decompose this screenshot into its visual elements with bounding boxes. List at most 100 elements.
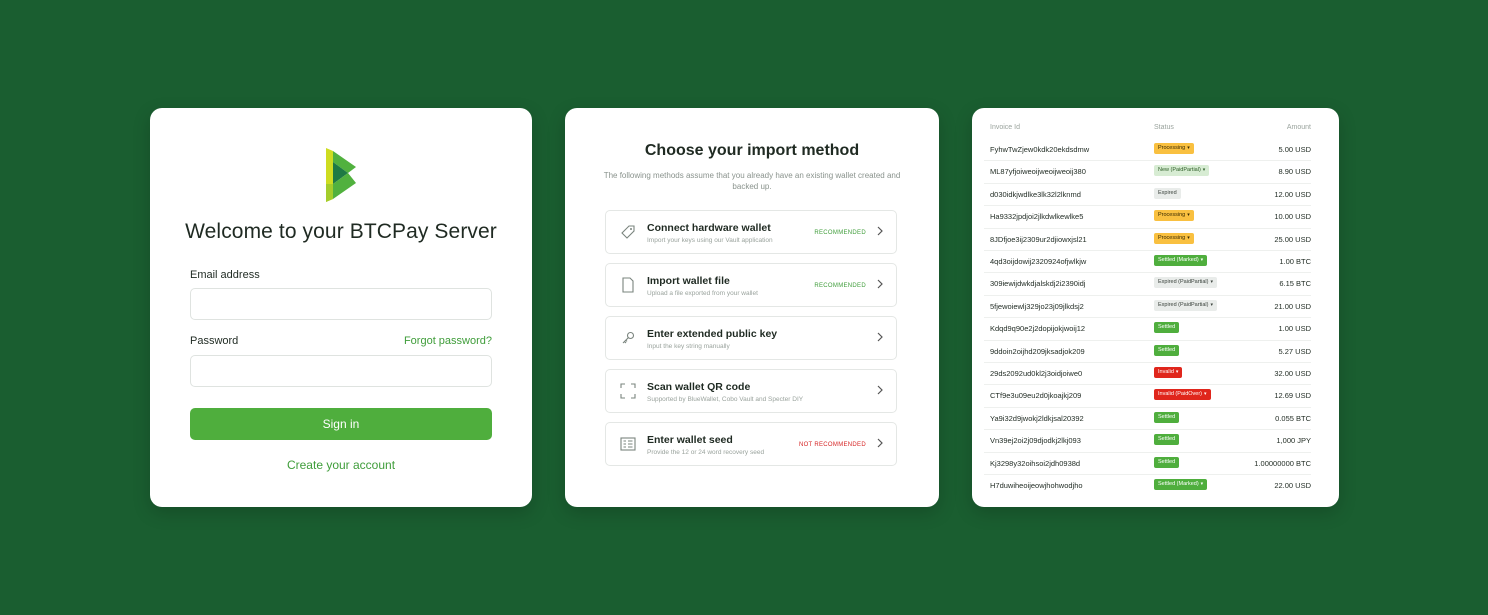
table-row[interactable]: d030idkjwdlke3lk32l2lknmd Expired 12.00 US… <box>984 183 1311 207</box>
recommended-badge: RECOMMENDED <box>814 283 866 289</box>
create-account-link[interactable]: Create your account <box>150 458 532 472</box>
status-label: New (PaidPartial) <box>1158 167 1201 174</box>
chevron-down-icon: ▾ <box>1175 369 1179 375</box>
status-label: Settled <box>1158 458 1176 465</box>
table-row[interactable]: H7duwiheoijeowjhohwodjho Settled (Marked)… <box>984 474 1311 496</box>
option-title: Enter wallet seed <box>647 434 733 446</box>
chevron-down-icon: ▾ <box>1210 279 1213 286</box>
import-method-card: Choose your import method The following … <box>565 108 939 507</box>
qr-scan-icon <box>620 383 636 399</box>
option-title: Scan wallet QR code <box>647 381 751 393</box>
sign-in-button[interactable]: Sign in <box>190 408 492 440</box>
invoice-amount: 21.00 USD <box>1274 301 1311 311</box>
invoice-amount: 32.00 USD <box>1274 369 1311 378</box>
chevron-right-icon <box>877 332 883 342</box>
invoice-id[interactable]: ML87yfjoiweoijweoijweoij380 <box>990 167 1086 176</box>
invoice-id[interactable]: 8JDfjoe3ij2309ur2djiowxjsl21 <box>990 235 1087 244</box>
invoice-id[interactable]: Ha9332jpdjoi2jlkdwlkewlke5 <box>990 212 1083 221</box>
invoice-id[interactable]: d030idkjwdlke3lk32l2lknmd <box>990 190 1081 199</box>
chevron-down-icon: ▾ <box>1202 167 1206 174</box>
table-row[interactable]: 309iewijdwkdjalskdj2i2390idj Expired (Pai… <box>984 272 1311 296</box>
invoice-amount: 6.15 BTC <box>1279 279 1311 289</box>
table-row[interactable]: 4qd3oijdowij2320924ofjwlkjw Settled (Mark… <box>984 250 1311 274</box>
invoice-id[interactable]: FyhwTwZjew0kdk20ekdsdmw <box>990 145 1089 154</box>
chevron-down-icon: ▾ <box>1200 481 1204 487</box>
invoice-amount: 10.00 USD <box>1274 212 1311 222</box>
invoice-id[interactable]: Ya9i32d9jwokj2ldkjsal20392 <box>990 414 1084 423</box>
invoice-id[interactable]: Kdqd9q90e2j2dopijokjwoij12 <box>990 324 1085 333</box>
status-label: Invalid <box>1158 369 1174 375</box>
status-badge[interactable]: Processing ▾ <box>1154 143 1194 154</box>
not-recommended-badge: NOT RECOMMENDED <box>798 442 866 448</box>
chevron-down-icon: ▾ <box>1187 212 1190 219</box>
status-badge: Settled <box>1154 434 1180 446</box>
status-label: Settled (Marked) <box>1158 257 1199 263</box>
status-badge: Expired <box>1154 187 1181 199</box>
status-label: Processing <box>1158 145 1186 151</box>
table-row[interactable]: Ha9332jpdjoi2jlkdwlkewlke5 Processing ▾ 10.… <box>984 205 1311 229</box>
tag-icon <box>621 225 635 239</box>
invoice-id[interactable]: 9ddoin2oijhd209jksadjok209 <box>990 347 1085 356</box>
invoice-id[interactable]: 4qd3oijdowij2320924ofjwlkjw <box>990 257 1086 266</box>
table-row[interactable]: Ya9i32d9jwokj2ldkjsal20392 Settled 0.055 B… <box>984 407 1311 431</box>
option-import-wallet-file[interactable]: Import wallet file Upload a file exporte… <box>605 263 897 307</box>
table-row[interactable]: 29ds2092ud0kl2j3oidjoiwe0 Invalid ▾ 32.00 U… <box>984 362 1311 386</box>
status-badge[interactable]: Settled (Marked) ▾ <box>1154 255 1208 266</box>
status-badge[interactable]: Processing ▾ <box>1154 210 1194 222</box>
table-row[interactable]: CTf9e3u09eu2d0jkoajkj209 Invalid (PaidOve… <box>984 384 1311 408</box>
invoice-amount: 0.055 BTC <box>1275 413 1311 423</box>
table-row[interactable]: Kj3298y32oihsoi2jdh0938d Settled 1.0000000… <box>984 452 1311 475</box>
invoice-id[interactable]: Kj3298y32oihsoi2jdh0938d <box>990 459 1080 468</box>
status-label: Settled <box>1158 413 1176 420</box>
invoices-card: Invoice Id Status Amount FyhwTwZjew0kdk2… <box>972 108 1339 507</box>
email-field[interactable] <box>190 288 492 320</box>
status-badge[interactable]: New (PaidPartial) ▾ <box>1154 165 1210 177</box>
option-scan-wallet-qr-code[interactable]: Scan wallet QR code Supported by BlueWal… <box>605 369 897 413</box>
invoice-amount: 22.00 USD <box>1274 481 1311 490</box>
invoice-amount: 5.00 USD <box>1278 145 1311 154</box>
import-title: Choose your import method <box>644 142 860 159</box>
file-icon <box>622 277 634 293</box>
chevron-down-icon: ▾ <box>1187 145 1190 151</box>
option-enter-extended-public-key[interactable]: Enter extended public key Input the key … <box>605 316 897 360</box>
forgot-password-link[interactable]: Forgot password? <box>404 335 492 347</box>
option-description: Input the key string manually <box>647 343 730 350</box>
invoice-id[interactable]: Vn39ej2oi2j09djodkj2lkj093 <box>990 436 1081 445</box>
column-header-invoice-id: Invoice Id <box>990 124 1020 131</box>
status-badge[interactable]: Expired (PaidPartial) ▾ <box>1154 299 1217 311</box>
invoice-id[interactable]: 309iewijdwkdjalskdj2i2390idj <box>990 279 1085 288</box>
status-label: Expired (PaidPartial) <box>1158 301 1209 308</box>
status-badge[interactable]: Invalid ▾ <box>1154 367 1183 378</box>
table-row[interactable]: ML87yfjoiweoijweoijweoij380 New (PaidPart… <box>984 160 1311 184</box>
table-row[interactable]: FyhwTwZjew0kdk20ekdsdmw Processing ▾ 5.00 U… <box>984 138 1311 162</box>
table-row[interactable]: Vn39ej2oi2j09djodkj2lkj093 Settled 1,000 J… <box>984 429 1311 453</box>
table-row[interactable]: 9ddoin2oijhd209jksadjok209 Settled 5.27 US… <box>984 340 1311 363</box>
invoice-id[interactable]: H7duwiheoijeowjhohwodjho <box>990 481 1083 490</box>
status-badge[interactable]: Invalid (PaidOver) ▾ <box>1154 389 1211 401</box>
invoice-id[interactable]: 29ds2092ud0kl2j3oidjoiwe0 <box>990 369 1082 378</box>
recommended-badge: RECOMMENDED <box>814 230 866 236</box>
chevron-down-icon: ▾ <box>1187 234 1190 241</box>
invoice-id[interactable]: CTf9e3u09eu2d0jkoajkj209 <box>990 391 1081 400</box>
option-description: Provide the 12 or 24 word recovery seed <box>647 449 765 456</box>
invoice-id[interactable]: 5fjewoiewlj329jo23j09jlkdsj2 <box>990 302 1084 311</box>
status-label: Invalid (PaidOver) <box>1158 391 1203 398</box>
option-enter-wallet-seed[interactable]: Enter wallet seed Provide the 12 or 24 w… <box>605 422 897 466</box>
page-title: Welcome to your BTCPay Server <box>185 220 497 243</box>
chevron-down-icon: ▾ <box>1200 257 1204 263</box>
option-description: Import your keys using our Vault applica… <box>647 237 773 244</box>
status-label: Settled <box>1158 324 1176 331</box>
status-label: Settled <box>1158 436 1176 443</box>
status-badge: Settled <box>1154 411 1180 423</box>
invoice-amount: 1.00 USD <box>1278 324 1311 334</box>
btcpay-logo-icon <box>326 148 356 202</box>
status-badge[interactable]: Expired (PaidPartial) ▾ <box>1154 277 1217 289</box>
status-badge[interactable]: Settled (Marked) ▾ <box>1154 479 1208 490</box>
status-badge: Settled <box>1154 344 1180 356</box>
table-row[interactable]: 8JDfjoe3ij2309ur2djiowxjsl21 Processing ▾ 2… <box>984 228 1311 251</box>
status-badge[interactable]: Processing ▾ <box>1154 232 1194 244</box>
password-field[interactable] <box>190 355 492 387</box>
option-connect-hardware-wallet[interactable]: Connect hardware wallet Import your keys… <box>605 210 897 254</box>
table-row[interactable]: 5fjewoiewlj329jo23j09jlkdsj2 Expired (Pai… <box>984 295 1311 319</box>
table-row[interactable]: Kdqd9q90e2j2dopijokjwoij12 Settled 1.00 US… <box>984 317 1311 341</box>
